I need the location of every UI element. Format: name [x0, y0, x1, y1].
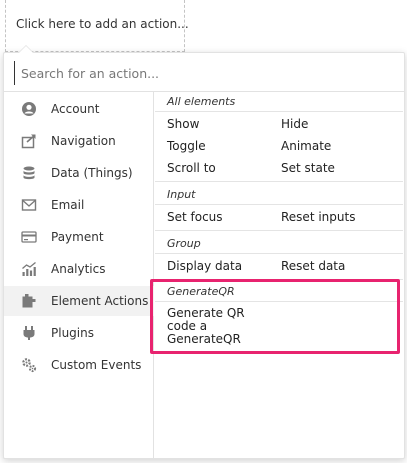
sidebar-item-label: Data (Things)	[51, 166, 133, 180]
action-animate[interactable]: Animate	[281, 139, 331, 153]
sidebar-item-account[interactable]: Account	[4, 94, 154, 124]
action-reset-data[interactable]: Reset data	[281, 259, 345, 273]
section-title-group: Group	[167, 237, 201, 250]
section-divider	[155, 181, 403, 182]
action-generate-qr-code[interactable]: Generate QR code a GenerateQR	[167, 307, 247, 346]
sidebar-item-element-actions[interactable]: Element Actions	[4, 286, 154, 316]
section-divider	[155, 111, 403, 112]
email-icon	[21, 197, 37, 213]
section-divider	[155, 230, 403, 231]
sidebar-item-analytics[interactable]: Analytics	[4, 254, 154, 284]
sidebar-item-navigation[interactable]: Navigation	[4, 126, 154, 156]
action-hide[interactable]: Hide	[281, 117, 308, 131]
custom-events-gears-icon	[21, 357, 37, 373]
sidebar-item-plugins[interactable]: Plugins	[4, 318, 154, 348]
section-divider	[155, 253, 403, 254]
section-divider	[155, 279, 403, 280]
sidebar-item-label: Custom Events	[51, 358, 142, 372]
sidebar-item-custom-events[interactable]: Custom Events	[4, 350, 154, 380]
section-divider	[155, 301, 403, 302]
analytics-icon	[21, 261, 37, 277]
sidebar-item-payment[interactable]: Payment	[4, 222, 154, 252]
action-set-state[interactable]: Set state	[281, 161, 335, 175]
section-title-generateqr: GenerateQR	[167, 285, 235, 298]
sidebar-item-email[interactable]: Email	[4, 190, 154, 220]
element-actions-icon	[21, 293, 37, 309]
sidebar-item-label: Navigation	[51, 134, 116, 148]
plugin-icon	[21, 325, 37, 341]
action-scroll-to[interactable]: Scroll to	[167, 161, 216, 175]
section-title-input: Input	[167, 188, 196, 201]
sidebar-item-label: Email	[51, 198, 85, 212]
action-display-data[interactable]: Display data	[167, 259, 242, 273]
sidebar-item-label: Payment	[51, 230, 104, 244]
account-icon	[21, 101, 37, 117]
navigation-icon	[21, 133, 37, 149]
sidebar-item-data-things[interactable]: Data (Things)	[4, 158, 154, 188]
sidebar-item-label: Analytics	[51, 262, 106, 276]
action-picker-dropdown: Account Navigation Data (Things) Email P…	[3, 45, 405, 459]
section-divider	[155, 204, 403, 205]
sidebar-item-label: Plugins	[51, 326, 94, 340]
category-sidebar: Account Navigation Data (Things) Email P…	[4, 92, 154, 458]
action-show[interactable]: Show	[167, 117, 199, 131]
action-toggle[interactable]: Toggle	[167, 139, 206, 153]
sidebar-item-label: Account	[51, 102, 100, 116]
payment-card-icon	[21, 229, 37, 245]
database-icon	[21, 165, 37, 181]
search-action-input[interactable]	[14, 61, 394, 85]
action-set-focus[interactable]: Set focus	[167, 210, 223, 224]
actions-panel: All elements Show Hide Toggle Animate Sc…	[155, 92, 403, 458]
sidebar-item-label: Element Actions	[51, 294, 149, 308]
action-reset-inputs[interactable]: Reset inputs	[281, 210, 355, 224]
section-title-all-elements: All elements	[167, 95, 236, 108]
